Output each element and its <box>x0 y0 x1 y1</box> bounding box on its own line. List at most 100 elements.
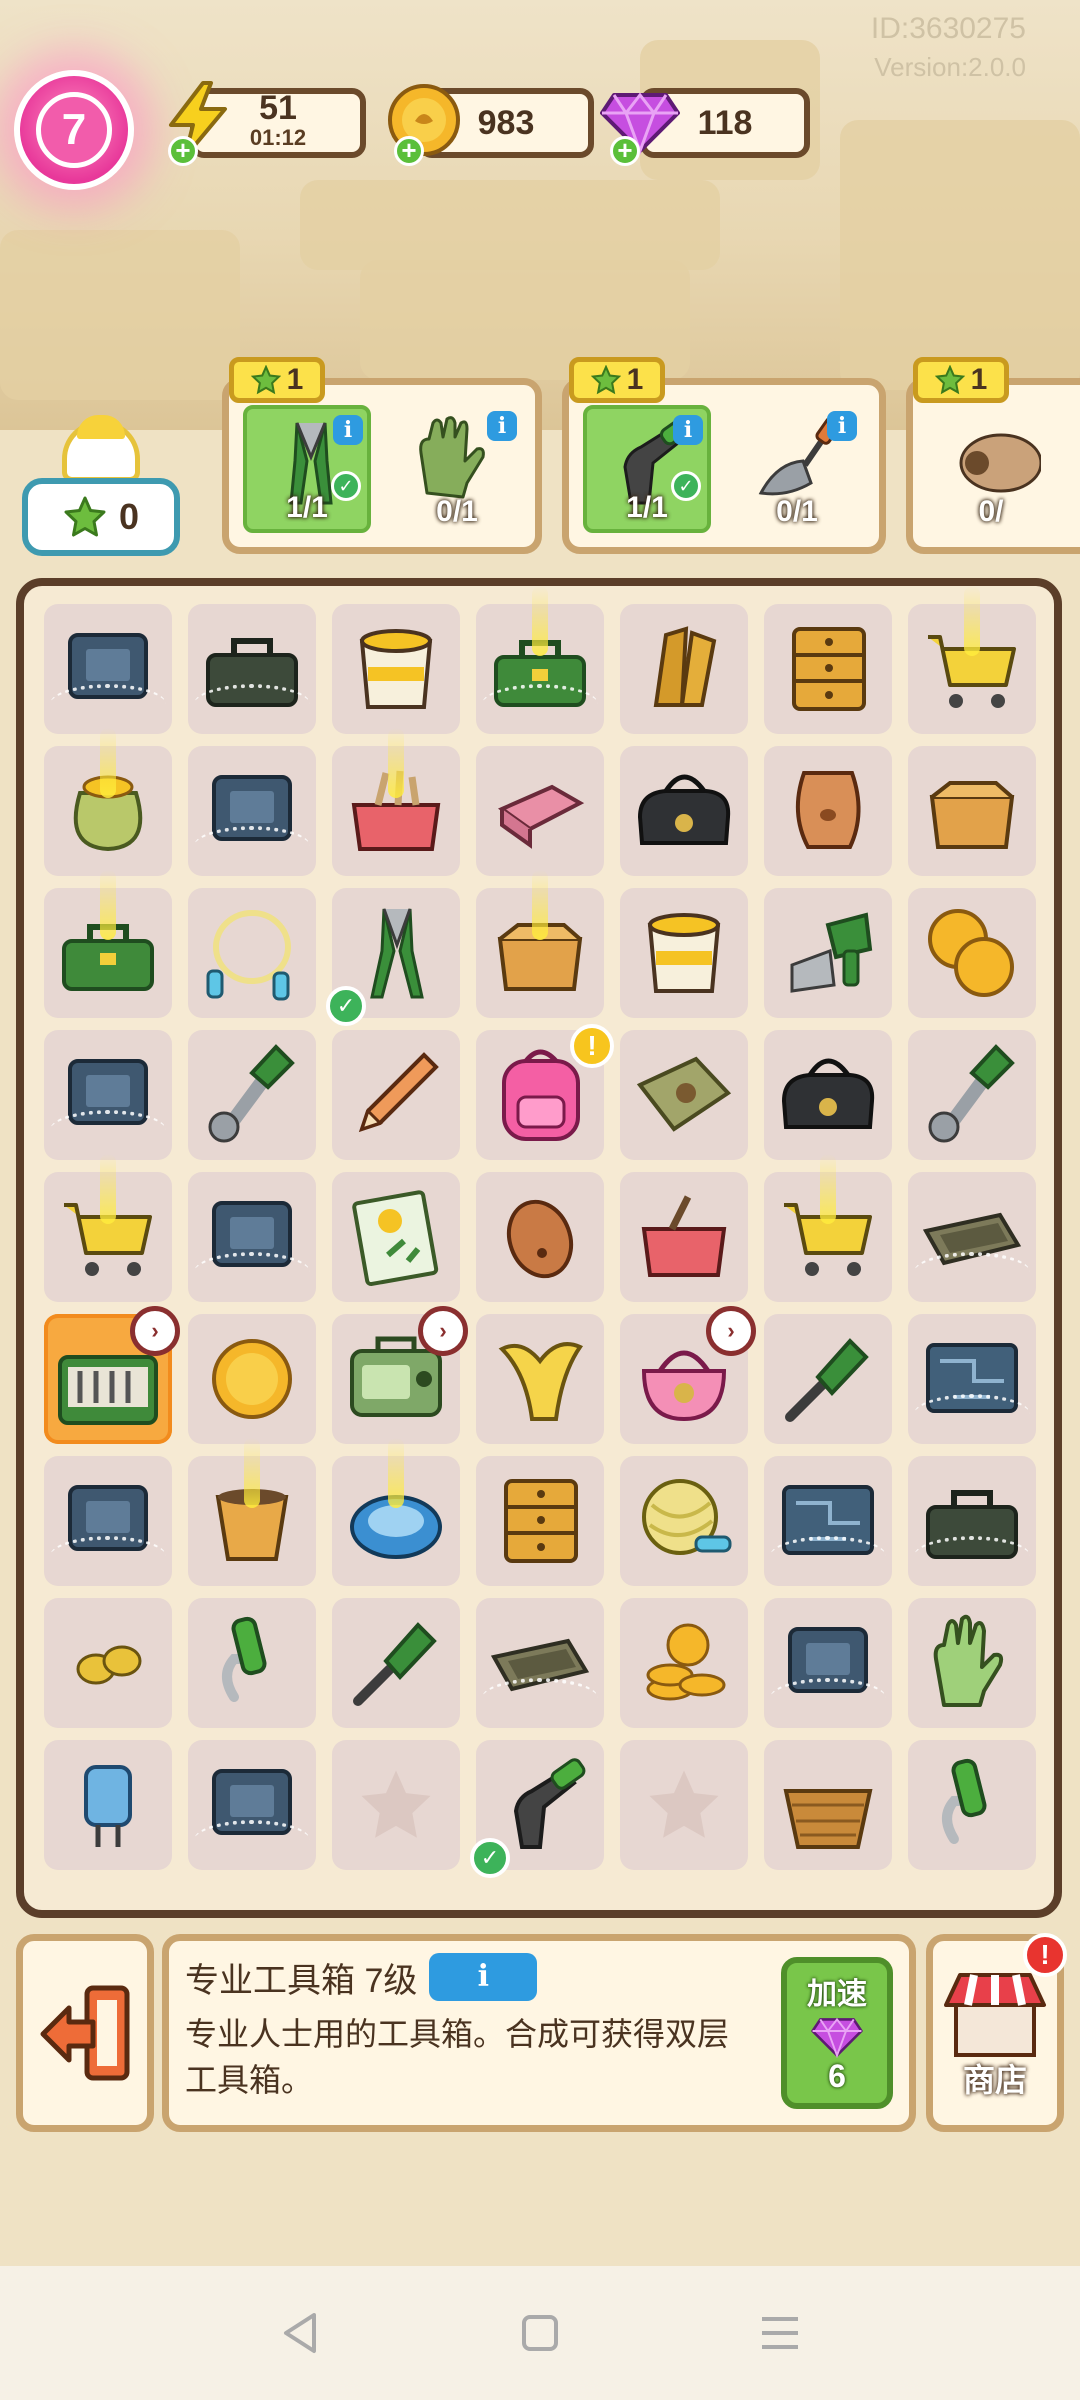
duck-icon <box>62 415 140 482</box>
board-cell-clay-pot[interactable] <box>764 746 892 876</box>
add-coins-button[interactable]: + <box>394 136 424 166</box>
potato-icon <box>506 1199 574 1279</box>
board-cell-screwdriver[interactable] <box>332 1598 460 1728</box>
board-cell-coin-stack[interactable] <box>620 1598 748 1728</box>
board-cell-capacitor[interactable] <box>44 1740 172 1870</box>
board-cell-cardboard-pieces[interactable] <box>620 604 748 734</box>
board-cell-spray-hose[interactable] <box>188 1598 316 1728</box>
timer-icon: › <box>130 1306 180 1356</box>
board-cell-paint-bucket[interactable] <box>332 604 460 734</box>
board-cell-wicker-basket[interactable] <box>764 1740 892 1870</box>
board-cell-flower-pot[interactable] <box>188 1438 316 1586</box>
board-cell-wrench[interactable] <box>188 1030 316 1160</box>
gem-icon[interactable]: + <box>600 80 680 166</box>
home-icon[interactable] <box>510 2303 570 2363</box>
board-cell-shopping-cart[interactable] <box>44 1154 172 1302</box>
order-item-spray-nozzle[interactable]: i ✓ 1/1 <box>583 405 711 533</box>
board-cell-circuit-board[interactable] <box>764 1456 892 1586</box>
board-cell-potato[interactable] <box>476 1172 604 1302</box>
board-cell-cpu-chip[interactable] <box>764 1598 892 1728</box>
order-item-gloves[interactable]: i 0/1 <box>393 405 521 533</box>
board-cell-yarn-ball[interactable] <box>620 1456 748 1586</box>
info-icon[interactable]: i <box>487 411 517 441</box>
board-cell-cpu-chip[interactable] <box>188 1172 316 1302</box>
board-cell-coin[interactable] <box>188 1314 316 1444</box>
system-navigation-bar <box>0 2266 1080 2400</box>
board-cell-duffel-bag[interactable] <box>620 746 748 876</box>
board-cell-banana-peel[interactable] <box>476 1314 604 1444</box>
sparkle-effect <box>388 728 404 798</box>
board-cell-pencil[interactable] <box>332 1030 460 1160</box>
board-cell-radio[interactable]: › <box>332 1306 468 1444</box>
board-cell-paint-bucket[interactable] <box>620 888 748 1018</box>
board-cell-cardboard-box[interactable] <box>908 746 1036 876</box>
board-cell-spray-hose[interactable] <box>908 1740 1036 1870</box>
speed-up-button[interactable]: 加速 6 <box>781 1957 893 2109</box>
board-cell-screwdriver[interactable] <box>764 1314 892 1444</box>
board-cell-pro-toolbox[interactable]: › <box>44 1306 180 1444</box>
info-icon[interactable]: i <box>827 411 857 441</box>
board-cell-wrench[interactable] <box>908 1030 1036 1160</box>
info-icon[interactable]: i <box>333 415 363 445</box>
board-cell-planter-box[interactable] <box>620 1172 748 1302</box>
order-item-hair-dryer[interactable]: 0/ <box>927 405 1055 533</box>
add-energy-button[interactable]: + <box>168 136 198 166</box>
board-cell-coin-sack[interactable] <box>44 728 172 876</box>
player-level-badge[interactable]: 7 <box>14 70 134 190</box>
back-icon[interactable] <box>270 2303 330 2363</box>
board-cell-brick[interactable] <box>476 746 604 876</box>
board-cell-toolbox-dark[interactable] <box>188 604 316 734</box>
board-cell-spray-nozzle[interactable]: ✓ <box>470 1740 604 1878</box>
board-cell-cardboard-box[interactable] <box>476 870 604 1018</box>
coin-stack-icon <box>646 1623 726 1701</box>
board-cell-gloves[interactable] <box>908 1598 1036 1728</box>
board-cell-drawer-cabinet[interactable] <box>476 1456 604 1586</box>
star-counter[interactable]: 0 <box>22 415 180 556</box>
order-item-pliers[interactable]: i ✓ 1/1 <box>243 405 371 533</box>
order-card[interactable]: 1 0/ <box>906 357 1080 554</box>
duffel-bag-icon <box>637 774 731 845</box>
board-cell-duffel-bag[interactable] <box>764 1030 892 1160</box>
lightning-icon[interactable]: + <box>158 80 238 166</box>
board-cell-toolbox-dark[interactable] <box>908 1456 1036 1586</box>
board-cell-jump-rope[interactable] <box>188 888 316 1018</box>
board-cell-drawer-cabinet[interactable] <box>764 604 892 734</box>
board-cell-peanut[interactable] <box>44 1598 172 1728</box>
board-cell-pink-handbag[interactable]: › <box>620 1306 756 1444</box>
board-cell-cpu-chip[interactable] <box>188 1740 316 1870</box>
menu-icon[interactable] <box>750 2303 810 2363</box>
board-cell-toolbox-green[interactable] <box>476 586 604 734</box>
order-card[interactable]: 1 i ✓ 1/1 i 0/1 <box>562 357 886 554</box>
board-cell-seed-packet[interactable] <box>332 1172 460 1302</box>
exit-button[interactable] <box>16 1934 154 2132</box>
board-cell-tool-crate[interactable] <box>332 728 460 876</box>
board-cell-shopping-cart[interactable] <box>908 586 1036 734</box>
sparkle-effect <box>964 586 980 656</box>
board-cell-seed-bag[interactable] <box>620 1030 748 1160</box>
order-card[interactable]: 1 i ✓ 1/1 i 0/1 <box>222 357 542 554</box>
info-icon[interactable]: i <box>673 415 703 445</box>
board-cell-saw-drill[interactable] <box>764 888 892 1018</box>
order-item-trowel[interactable]: i 0/1 <box>733 405 861 533</box>
board-cell-circuit-board[interactable] <box>908 1314 1036 1444</box>
cardboard-box-icon <box>929 781 1015 849</box>
coin-icon[interactable]: + <box>384 80 464 166</box>
board-cell-tray[interactable] <box>908 1172 1036 1302</box>
board-cell-tray[interactable] <box>476 1598 604 1728</box>
brick-icon <box>497 784 585 849</box>
item-info-button[interactable]: i <box>429 1953 538 2001</box>
board-cell-coin-pile[interactable] <box>908 888 1036 1018</box>
shop-button[interactable]: 商店 ! <box>926 1933 1067 2132</box>
board-cell-shopping-cart[interactable] <box>764 1154 892 1302</box>
board-cell-empty[interactable] <box>620 1740 748 1870</box>
board-cell-cpu-chip[interactable] <box>188 746 316 876</box>
board-cell-pink-backpack[interactable]: ! <box>476 1024 614 1160</box>
board-cell-pliers[interactable]: ✓ <box>326 888 460 1026</box>
board-cell-empty[interactable] <box>332 1740 460 1870</box>
board-cell-robot-vacuum[interactable] <box>332 1438 460 1586</box>
add-gems-button[interactable]: + <box>610 136 640 166</box>
board-cell-cpu-chip[interactable] <box>44 604 172 734</box>
board-cell-cpu-chip[interactable] <box>44 1030 172 1160</box>
board-cell-cpu-chip[interactable] <box>44 1456 172 1586</box>
board-cell-toolbox-green[interactable] <box>44 870 172 1018</box>
